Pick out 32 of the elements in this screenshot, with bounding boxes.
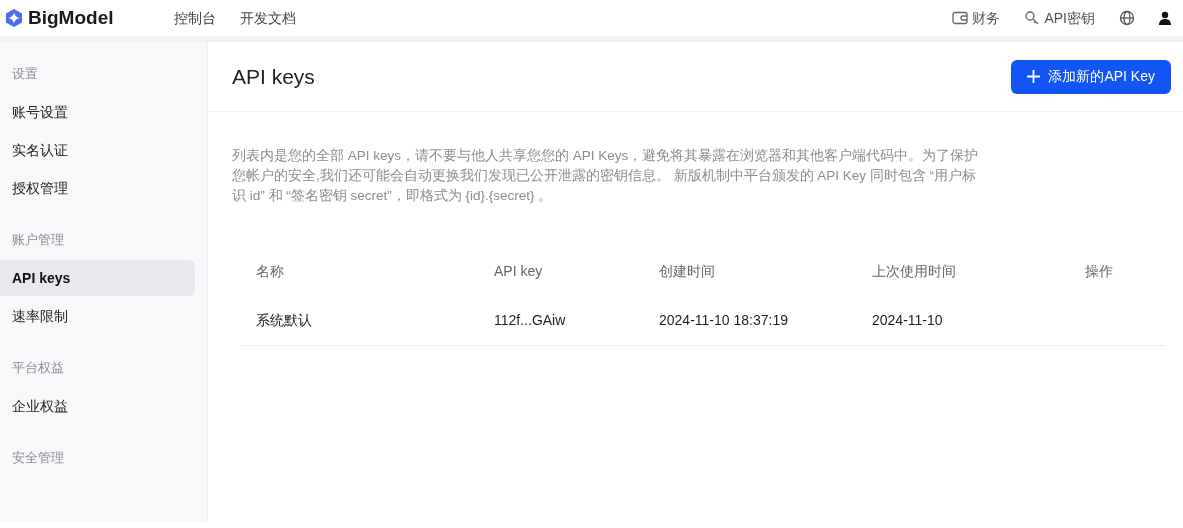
table-cell-text: 系统默认 xyxy=(255,311,313,330)
sidebar-item[interactable]: 账号设置 xyxy=(0,94,195,130)
sidebar-item[interactable]: 速率限制 xyxy=(0,298,195,334)
plus-icon xyxy=(1027,70,1041,83)
sidebar-item[interactable]: 授权管理 xyxy=(0,170,195,206)
sidebar-item[interactable]: API keys xyxy=(0,260,195,296)
sidebar-section-label: 安全管理 xyxy=(11,449,65,467)
table-cell-text: 2024-11-10 xyxy=(871,311,944,330)
sidebar-item[interactable]: 企业权益 xyxy=(0,388,195,424)
column-header: 名称 xyxy=(255,262,285,281)
brand-name: BigModel xyxy=(28,5,114,30)
column-header: 创建时间 xyxy=(658,262,716,281)
page-title: API keys xyxy=(232,63,315,90)
description-text: 列表内是您的全部 API keys，请不要与他人共享您您的 API Keys，避免将其暴露在浏览器和其他客户端代码中。为了保护您帐户的安全,我们还可能会自动更换我们发现已公开泄露的密钥信息。 新版机制中平台颁发的 API Key 同时包含 “用户标识 id” 和 “签名密钥 secret”，即格式为 {id}.{secret} 。 xyxy=(232,147,980,205)
wallet-icon xyxy=(952,11,969,25)
sidebar-section-label: 设置 xyxy=(11,65,39,83)
sidebar-section-label: 平台权益 xyxy=(11,359,65,377)
table-cell-text: 112f...GAiw xyxy=(493,311,567,330)
add-key-button[interactable]: 添加新的API Key xyxy=(1011,59,1171,94)
globe-icon[interactable] xyxy=(1119,10,1135,26)
nav-link[interactable]: 控制台 xyxy=(173,7,216,29)
sidebar-item[interactable]: 实名认证 xyxy=(0,132,195,168)
column-header: 操作 xyxy=(1084,262,1114,281)
column-header: API key xyxy=(493,262,544,281)
column-header: 上次使用时间 xyxy=(871,262,957,281)
toolbar-link[interactable]: 财务 xyxy=(952,7,1001,29)
toolbar-link[interactable]: API密钥 xyxy=(1024,7,1095,29)
nav-link[interactable]: 开发文档 xyxy=(239,7,296,29)
logo-icon xyxy=(4,8,24,28)
user-icon[interactable] xyxy=(1159,11,1171,25)
sidebar-section-label: 账户管理 xyxy=(11,231,65,249)
table-cell-text: 2024-11-10 18:37:19 xyxy=(658,311,789,330)
